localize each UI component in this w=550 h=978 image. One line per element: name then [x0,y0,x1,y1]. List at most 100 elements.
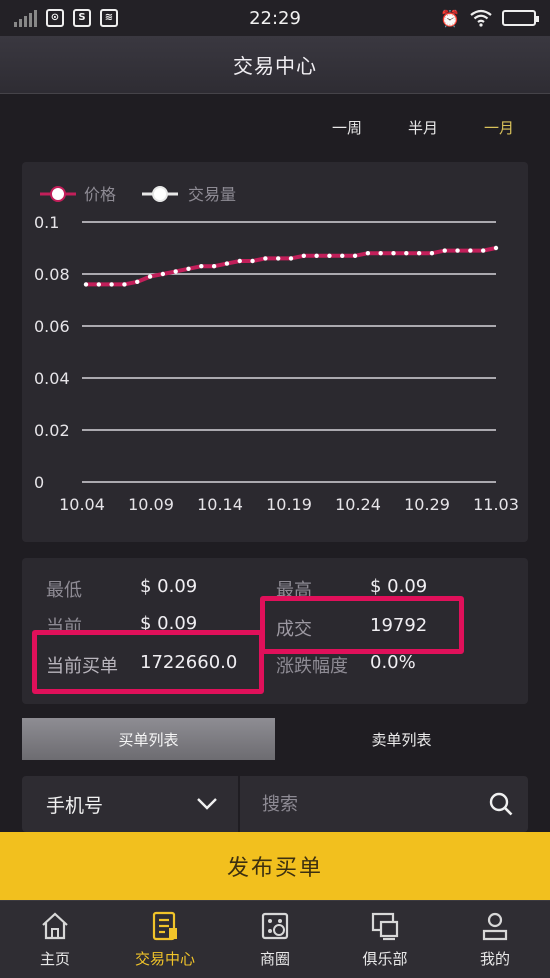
period-tab-half-month[interactable]: 半月 [408,117,438,138]
battery-icon [502,10,539,26]
price-data-point [493,245,499,251]
shop-icon [261,912,289,940]
nav-item-trade-center[interactable]: 交易中心 [110,901,220,978]
tab-buy-list[interactable]: 买单列表 [22,718,275,760]
price-data-point [378,251,383,256]
chevron-down-icon [197,798,217,810]
price-data-point [468,248,473,253]
price-chart-panel: 价格 交易量 0 0.02 0.04 0.06 0.08 0.1 10.04 10.09 10… [22,162,528,542]
home-icon [42,912,68,940]
search-type-select[interactable]: 手机号 [22,776,240,832]
period-tab-month[interactable]: 一月 [484,117,514,138]
y-tick-label: 0.04 [34,369,70,388]
period-tabs: 一周 半月 一月 [332,117,514,138]
chart-grid [82,221,496,483]
price-data-point [314,253,319,258]
highlight-box-buy-orders [32,630,264,694]
y-tick-label: 0.06 [34,317,70,336]
nav-label-profile: 我的 [479,950,510,968]
nav-label-club: 俱乐部 [362,950,408,968]
nav-label-trade-center: 交易中心 [134,950,195,968]
stat-lowest: 最低 $ 0.09 [46,576,197,602]
x-tick-label: 11.03 [473,495,519,514]
price-data-point [122,282,127,287]
nav-item-club[interactable]: 俱乐部 [330,901,440,978]
x-tick-label: 10.29 [404,495,450,514]
stat-change: 涨跌幅度 0.0% [276,652,416,678]
price-data-point [135,279,140,284]
search-type-value: 手机号 [46,794,104,817]
status-bar: ⊙ S ≋ 22:29 ⏰ [0,0,550,36]
price-data-point [147,274,153,279]
price-data-point [442,248,447,253]
nav-item-home[interactable]: 主页 [0,901,110,978]
profile-icon [482,912,508,941]
price-data-point [237,258,242,264]
stat-lowest-value: $ 0.09 [140,576,198,597]
tab-sell-list[interactable]: 卖单列表 [275,718,528,760]
price-data-point [199,264,204,269]
price-data-point [352,253,358,258]
chart-y-axis: 0 0.02 0.04 0.06 0.08 0.1 [34,213,70,492]
publish-buy-order-button[interactable]: 发布买单 [0,832,550,900]
price-data-point [455,248,460,253]
x-tick-label: 10.09 [128,495,174,514]
price-data-point [327,253,332,258]
legend-volume-label: 交易量 [188,185,236,204]
list-tabs: 买单列表 卖单列表 [22,718,528,760]
stat-lowest-label: 最低 [46,580,82,601]
search-box [240,776,528,832]
price-data-point [416,251,422,256]
search-icon[interactable] [488,791,514,817]
club-icon [371,912,399,941]
search-row: 手机号 [22,776,528,832]
nav-label-shop: 商圈 [259,950,290,968]
price-data-point [391,251,396,256]
stat-change-value: 0.0% [370,652,416,673]
bottom-nav: 主页 交易中心 商圈 俱乐部 我的 [0,900,550,978]
price-data-point [429,251,435,256]
stats-panel: 最低 $ 0.09 最高 $ 0.09 当前 $ 0.09 成交 19792 涨… [22,558,528,704]
chart-legend: 价格 交易量 [40,185,236,204]
page-header: 交易中心 [0,36,550,94]
y-tick-label: 0.08 [34,265,70,284]
price-data-point [83,282,89,287]
price-data-point [288,256,294,261]
price-data-point [211,264,217,269]
page-title: 交易中心 [233,54,317,78]
price-data-point [224,261,230,266]
price-data-point [160,271,166,277]
nav-item-shop[interactable]: 商圈 [220,901,330,978]
highlight-box-deal [260,596,464,654]
price-series-line [86,246,497,287]
legend-volume-marker [152,186,168,202]
price-data-point [96,282,102,287]
price-data-point [109,282,114,287]
price-data-point [480,248,486,253]
price-data-point [173,269,178,274]
y-tick-label: 0.1 [34,213,59,232]
y-tick-label: 0 [34,473,44,492]
search-input[interactable] [262,793,462,815]
legend-price-marker [50,186,66,202]
price-data-point [365,251,371,256]
price-data-point [340,253,345,258]
x-tick-label: 10.14 [197,495,243,514]
stat-highest-value: $ 0.09 [370,576,428,597]
price-data-point [404,251,409,256]
y-tick-label: 0.02 [34,421,70,440]
status-time: 22:29 [249,7,301,29]
chart-x-axis: 10.04 10.09 10.14 10.19 10.24 10.29 11.03 [59,495,519,514]
x-tick-label: 10.19 [266,495,312,514]
price-data-point [275,256,281,261]
x-tick-label: 10.24 [335,495,381,514]
stat-change-label: 涨跌幅度 [276,656,348,677]
price-data-point [301,253,307,258]
nav-item-profile[interactable]: 我的 [440,901,550,978]
price-chart: 价格 交易量 00.020.040.060.080.1 10.04 10.09 10… [34,185,519,514]
legend-price-label: 价格 [84,185,116,204]
x-tick-label: 10.04 [59,495,105,514]
price-data-point [250,258,255,264]
period-tab-week[interactable]: 一周 [332,117,362,138]
price-data-point [263,256,268,261]
